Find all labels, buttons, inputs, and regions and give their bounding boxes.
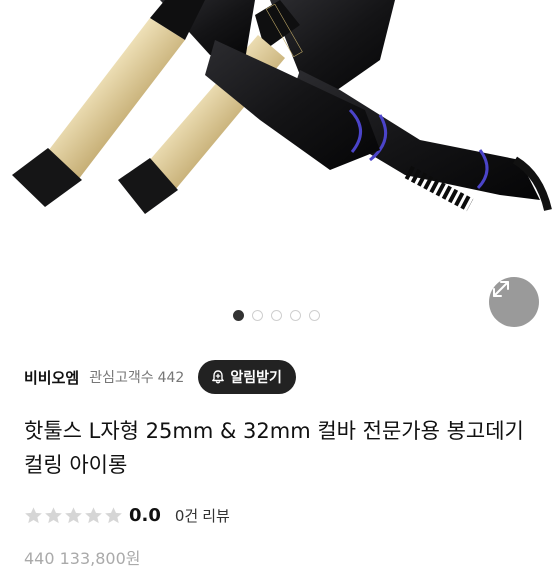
bell-plus-icon: [212, 370, 225, 384]
follower-count: 관심고객수 442: [89, 367, 184, 387]
rating-summary: 0.0 0건 리뷰: [24, 501, 230, 529]
notification-subscribe-button[interactable]: 알림받기: [198, 360, 296, 394]
review-count-link[interactable]: 0건 리뷰: [175, 505, 230, 526]
rating-score: 0.0: [129, 504, 161, 526]
price-partial: 440 133,800원: [24, 549, 141, 568]
gallery-pagination: [0, 307, 553, 323]
review-label: 리뷰: [202, 506, 230, 525]
store-info: 비비오엠 관심고객수 442 알림받기: [24, 360, 529, 394]
gallery-dot-5[interactable]: [309, 309, 320, 321]
star-empty-icon: [105, 506, 122, 523]
review-count: 0건: [174, 506, 199, 525]
gallery-dot-3[interactable]: [271, 309, 282, 321]
star-rating: [24, 506, 123, 525]
followers-label: 관심고객수: [89, 370, 154, 386]
star-empty-icon: [85, 506, 102, 523]
gallery-dot-2[interactable]: [252, 309, 263, 321]
followers-count: 442: [157, 370, 185, 386]
gallery-dot-1[interactable]: [233, 309, 244, 321]
product-image-gallery[interactable]: [0, 0, 553, 340]
notification-button-label: 알림받기: [230, 370, 282, 386]
star-empty-icon: [25, 506, 42, 523]
gallery-dot-4[interactable]: [290, 309, 301, 321]
star-empty-icon: [65, 506, 82, 523]
product-title: 핫툴스 L자형 25mm & 32mm 컬바 전문가용 봉고데기 컬링 아이롱: [24, 419, 524, 477]
store-name-link[interactable]: 비비오엠: [24, 367, 79, 388]
star-empty-icon: [45, 506, 62, 523]
product-image: [12, 0, 552, 214]
expand-icon: [493, 281, 509, 297]
